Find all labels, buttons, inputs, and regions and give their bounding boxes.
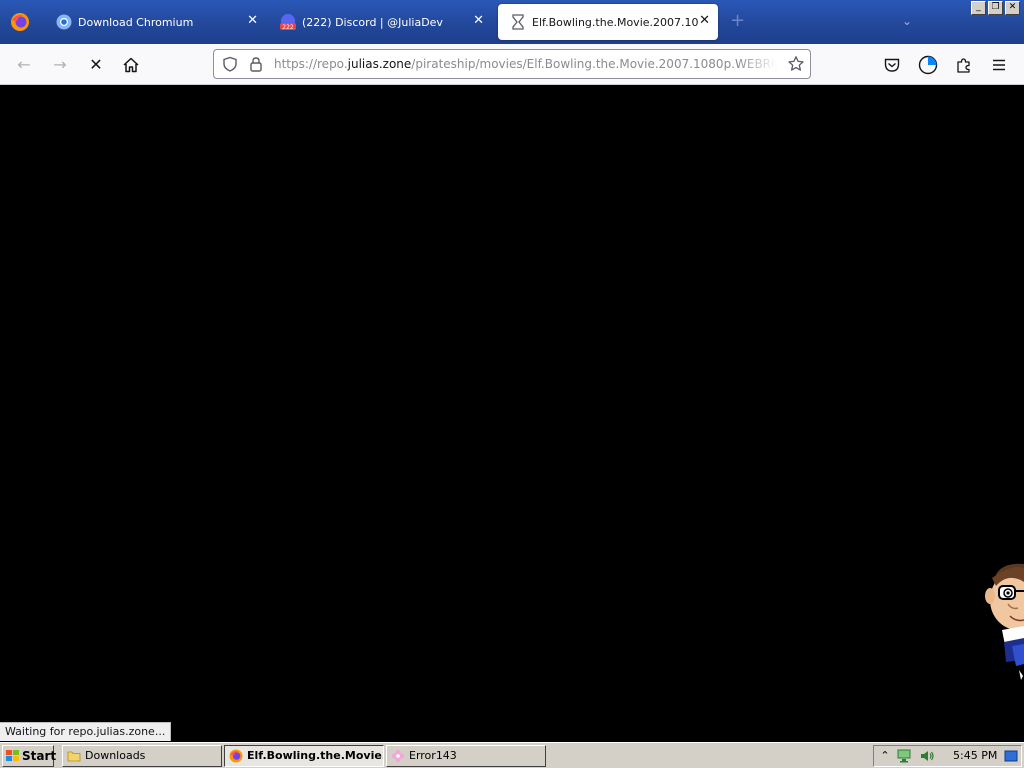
- forward-icon[interactable]: →: [51, 56, 69, 74]
- show-desktop-icon[interactable]: [1004, 749, 1018, 763]
- home-icon[interactable]: [122, 56, 140, 74]
- taskbar-button-downloads[interactable]: Downloads: [62, 745, 222, 767]
- url-path: /pirateship/movies/Elf.Bowling.the.Movie…: [411, 57, 778, 71]
- taskbar: Start Downloads Elf.Bowling.the.Movie...…: [0, 742, 1024, 768]
- taskbar-button-label: Downloads: [85, 749, 146, 762]
- restore-button[interactable]: ❐: [988, 1, 1003, 15]
- tab-discord[interactable]: 222 (222) Discord | @JuliaDev ✕: [268, 4, 492, 40]
- firefox-icon: [229, 749, 243, 763]
- windows-logo-icon: [6, 750, 19, 761]
- flower-app-icon: [391, 749, 405, 763]
- minimize-button[interactable]: _: [971, 1, 986, 15]
- url-host: julias.zone: [347, 57, 412, 71]
- taskbar-button-label: Elf.Bowling.the.Movie....: [247, 749, 384, 762]
- status-text: Waiting for repo.julias.zone...: [0, 722, 172, 741]
- extensions-icon[interactable]: [955, 56, 973, 74]
- tab-elf-bowling[interactable]: Elf.Bowling.the.Movie.2007.1080p.WEBRip.…: [498, 4, 718, 40]
- tab-strip: Download Chromium ✕ 222 (222) Discord | …: [0, 0, 1024, 44]
- url-prefix: https://repo.: [274, 57, 348, 71]
- tab-download-chromium[interactable]: Download Chromium ✕: [44, 4, 266, 40]
- menu-hamburger-icon[interactable]: [990, 56, 1008, 74]
- back-icon[interactable]: ←: [15, 56, 33, 74]
- start-button[interactable]: Start: [2, 745, 57, 767]
- tab-title: Elf.Bowling.the.Movie.2007.1080p.WEBRip.…: [532, 15, 698, 29]
- volume-icon[interactable]: [920, 749, 934, 763]
- close-tab-icon[interactable]: ✕: [699, 14, 710, 28]
- address-bar[interactable]: https://repo.julias.zone/pirateship/movi…: [213, 49, 811, 79]
- taskbar-button-error143[interactable]: Error143: [386, 745, 546, 767]
- tab-title: (222) Discord | @JuliaDev: [302, 15, 443, 29]
- clock[interactable]: 5:45 PM: [953, 746, 997, 766]
- start-label: Start: [22, 749, 57, 763]
- tracking-protection-shield-icon[interactable]: [222, 56, 238, 72]
- cartoon-character-assistant-icon[interactable]: [982, 560, 1024, 688]
- url-text[interactable]: https://repo.julias.zone/pirateship/movi…: [274, 57, 778, 73]
- bookmark-star-icon[interactable]: [787, 55, 805, 73]
- show-hidden-icons-icon[interactable]: ⌃: [878, 749, 892, 763]
- firefox-icon[interactable]: [10, 12, 30, 32]
- close-tab-icon[interactable]: ✕: [247, 14, 258, 28]
- tab-title: Download Chromium: [78, 15, 194, 29]
- window-controls: _ ❐ ✕: [971, 1, 1020, 15]
- close-window-button[interactable]: ✕: [1005, 1, 1020, 15]
- loading-hourglass-icon: [512, 14, 524, 30]
- system-tray: ⌃ 5:45 PM: [873, 745, 1022, 767]
- network-icon[interactable]: [897, 749, 911, 763]
- account-sync-icon[interactable]: [918, 55, 938, 75]
- taskbar-button-label: Error143: [409, 749, 457, 762]
- discord-icon: 222: [280, 14, 296, 30]
- navigation-toolbar: ← → ✕ https://repo.julias.zone/pirateshi…: [0, 44, 1024, 85]
- page-content: [0, 86, 1024, 742]
- stop-loading-icon[interactable]: ✕: [87, 56, 105, 74]
- chromium-icon: [56, 14, 72, 30]
- lock-icon[interactable]: [248, 56, 264, 72]
- pocket-icon[interactable]: [883, 56, 901, 74]
- taskbar-button-firefox[interactable]: Elf.Bowling.the.Movie....: [224, 745, 384, 767]
- new-tab-button[interactable]: +: [730, 12, 745, 30]
- list-all-tabs-button[interactable]: ⌄: [902, 14, 912, 28]
- discord-badge: 222: [282, 24, 294, 30]
- folder-icon: [67, 751, 81, 762]
- close-tab-icon[interactable]: ✕: [473, 14, 484, 28]
